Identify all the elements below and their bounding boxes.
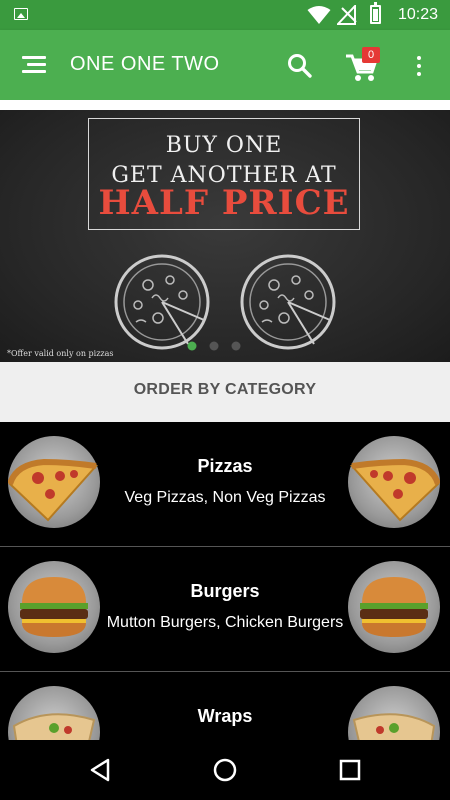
category-item-wraps[interactable]: Wraps — [0, 672, 450, 740]
carousel-dot — [231, 341, 241, 351]
pizza-slice-icon — [348, 436, 440, 528]
pizza-sketch-icon — [114, 254, 210, 350]
cart-count-badge: 0 — [362, 47, 380, 63]
more-vert-icon[interactable] — [412, 54, 426, 78]
carousel-dot — [209, 341, 219, 351]
category-list: Pizzas Veg Pizzas, Non Veg Pizzas Burger… — [0, 422, 450, 740]
pizza-slice-icon — [8, 436, 100, 528]
menu-icon[interactable] — [22, 54, 48, 76]
recents-icon[interactable] — [336, 756, 364, 784]
wrap-icon — [348, 686, 440, 740]
wifi-icon — [307, 6, 331, 24]
carousel-dot — [187, 341, 197, 351]
burger-icon — [8, 561, 100, 653]
search-icon[interactable] — [286, 52, 314, 80]
back-icon[interactable] — [86, 756, 114, 784]
image-icon — [14, 8, 28, 20]
status-bar: 10:23 — [0, 0, 450, 30]
category-item-pizzas[interactable]: Pizzas Veg Pizzas, Non Veg Pizzas — [0, 422, 450, 547]
pizza-sketch-icon — [240, 254, 336, 350]
promo-banner[interactable]: BUY ONE GET ANOTHER AT HALF PRICE *Offer… — [0, 110, 450, 362]
app-title: ONE ONE TWO — [70, 53, 220, 75]
banner-line-1: BUY ONE — [165, 133, 283, 158]
no-signal-icon — [337, 5, 357, 25]
navigation-bar — [0, 740, 450, 800]
app-bar: ONE ONE TWO 0 — [0, 30, 450, 100]
banner-line-3: HALF PRICE — [98, 183, 350, 223]
banner-text-frame: BUY ONE GET ANOTHER AT HALF PRICE — [88, 118, 360, 230]
battery-icon — [370, 2, 381, 24]
banner-offer-note: *Offer valid only on pizzas — [7, 349, 114, 358]
main-content: BUY ONE GET ANOTHER AT HALF PRICE *Offer… — [0, 100, 450, 740]
status-time: 10:23 — [397, 6, 438, 23]
home-icon[interactable] — [211, 756, 239, 784]
category-header-label: ORDER BY CATEGORY — [133, 381, 317, 398]
category-item-burgers[interactable]: Burgers Mutton Burgers, Chicken Burgers — [0, 547, 450, 672]
carousel-indicator[interactable] — [186, 340, 246, 352]
burger-icon — [348, 561, 440, 653]
category-header: ORDER BY CATEGORY — [0, 362, 450, 422]
